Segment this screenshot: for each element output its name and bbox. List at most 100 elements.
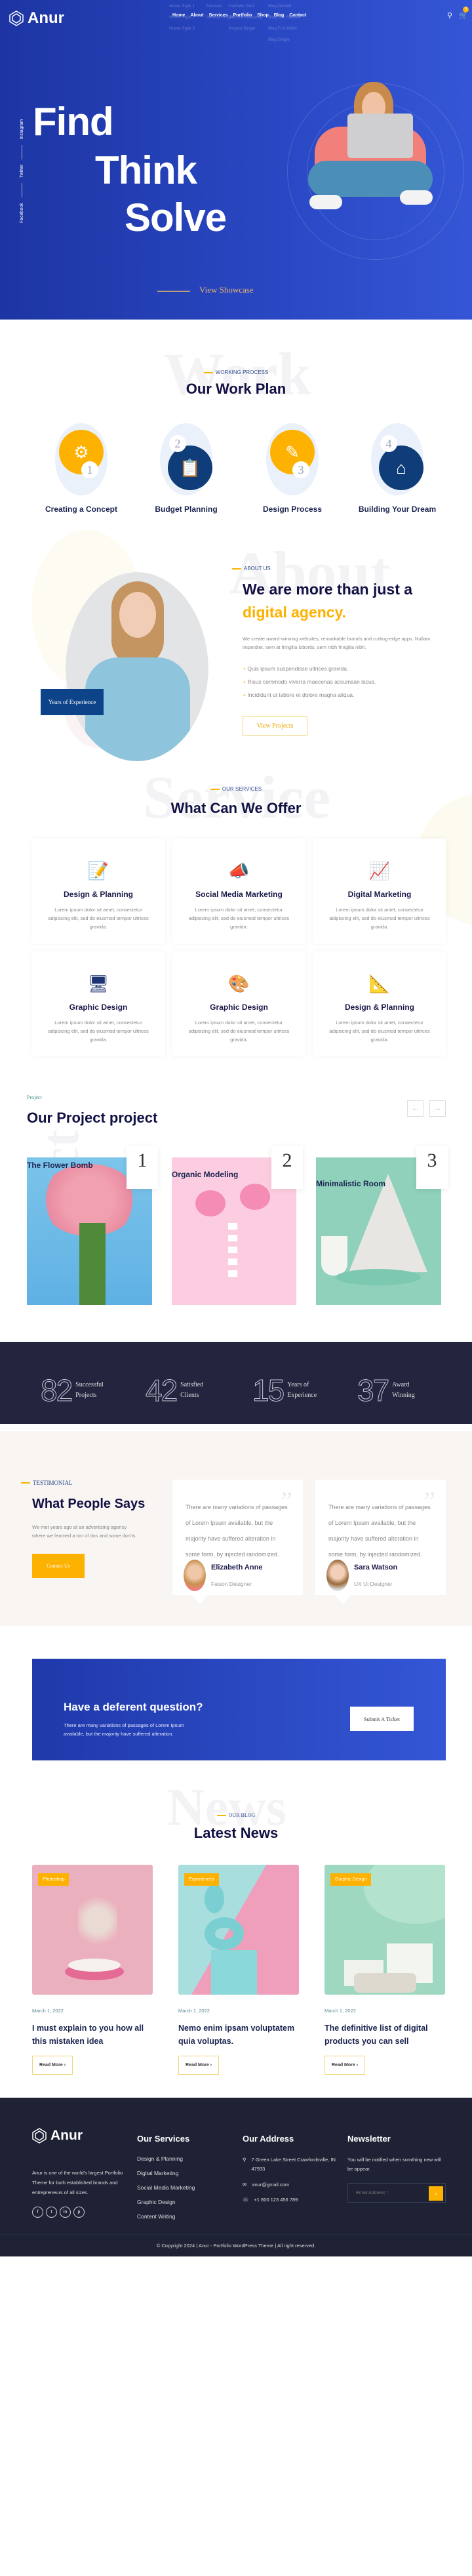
- newsletter-email-input[interactable]: [348, 2184, 420, 2202]
- submit-ticket-button[interactable]: Submit A Ticket: [350, 1707, 414, 1731]
- section-title: Latest News: [193, 1825, 279, 1841]
- search-icon[interactable]: ⚲: [447, 11, 452, 20]
- menu-item[interactable]: Blog Single: [268, 37, 301, 42]
- megaphone-icon: 📣: [228, 861, 250, 881]
- nav-portfolio[interactable]: Portfolio: [233, 13, 252, 18]
- work-plan-section: Work WORKING PROCESS Our Work Plan ⚙ 1 Cre…: [0, 320, 472, 516]
- home-dropdown: Home Style 1 Home Style 2 Home Style 3: [169, 4, 195, 37]
- nav-contact[interactable]: Contact: [289, 13, 306, 18]
- category-tag: Graphic Design: [330, 1873, 372, 1886]
- testimonial-section: TESTIMONIAL What People Says We met year…: [0, 1431, 472, 1626]
- budget-icon: 📋: [168, 446, 212, 490]
- news-header: News OUR BLOG Latest News: [0, 1779, 472, 1850]
- footer-link[interactable]: Social Media Marketing: [137, 2184, 195, 2191]
- footer-link[interactable]: Digital Marketing: [137, 2170, 195, 2176]
- menu-item[interactable]: Project Single: [229, 26, 262, 31]
- project-card[interactable]: Minimalistic Room: [316, 1179, 472, 1188]
- quote-icon: ”: [281, 1486, 292, 1516]
- news-image[interactable]: Experiences: [178, 1865, 299, 1995]
- pinterest-icon[interactable]: p: [73, 2207, 85, 2218]
- cart-count-badge: 0: [463, 7, 469, 12]
- service-card[interactable]: 🖥 Graphic Design Lorem ipsum dolor sit ame…: [31, 951, 165, 1056]
- quote-icon: ”: [423, 1486, 435, 1516]
- menu-item[interactable]: Home Style 3: [169, 26, 195, 31]
- section-title: Our Project project: [27, 1110, 158, 1126]
- logo-icon: [32, 2128, 47, 2144]
- subscribe-arrow-icon[interactable]: ›: [429, 2186, 443, 2201]
- news-card[interactable]: Graphic Design March 1, 2022 The definit…: [324, 1865, 445, 2075]
- hero-title-line3: Solve: [125, 196, 227, 239]
- about-bullets: + Quis ipsum suspendisse ultrices gravid…: [243, 665, 376, 698]
- stat-item: 42 Satisfied Clients: [145, 1373, 204, 1408]
- view-projects-button[interactable]: View Projects: [243, 716, 307, 736]
- copyright-text: © Copyright 2024 | Anur - Portfolio Word…: [0, 2234, 472, 2256]
- twitter-link[interactable]: Twitter: [20, 165, 24, 178]
- service-card[interactable]: 📣 Social Media Marketing Lorem ipsum dolor…: [172, 839, 305, 944]
- view-showcase-link[interactable]: View Showcase: [199, 285, 254, 295]
- menu-item[interactable]: Home Style 1: [169, 4, 195, 9]
- about-section: Years of Experience About ABOUT US We ar…: [0, 525, 472, 761]
- news-title: I must explain to you how all this mista…: [32, 2024, 144, 2046]
- read-more-button[interactable]: Read More ›: [178, 2056, 220, 2075]
- project-card[interactable]: Organic Modeling: [172, 1170, 472, 1179]
- brand-logo[interactable]: Anur: [9, 9, 64, 28]
- footer-logo[interactable]: Anur: [32, 2128, 83, 2144]
- project-card[interactable]: The Flower Bomb: [27, 1161, 472, 1170]
- social-links-vertical: Facebook Twitter Instagram: [20, 119, 24, 224]
- nav-shop[interactable]: Shop: [257, 13, 269, 18]
- nav-home[interactable]: Home: [172, 13, 185, 18]
- step-item: ⚙ 1 Creating a Concept: [29, 423, 134, 514]
- facebook-link[interactable]: Facebook: [20, 203, 24, 223]
- hero-title-line2: Think: [95, 148, 197, 192]
- facebook-icon[interactable]: f: [32, 2207, 43, 2218]
- linkedin-icon[interactable]: in: [60, 2207, 71, 2218]
- menu-item[interactable]: Portfolio Grid: [229, 4, 262, 9]
- mail-icon: ✉: [243, 2182, 247, 2188]
- portfolio-dropdown: Portfolio Grid Portfolio Masonry Project S…: [229, 4, 262, 37]
- stat-item: 37 Award Winning: [357, 1373, 415, 1408]
- news-title: Nemo enim ipsam voluptatem quia voluptas…: [178, 2024, 295, 2046]
- blueprint-pencil-icon: 📐: [368, 974, 391, 993]
- location-pin-icon: ⚲: [243, 2157, 246, 2163]
- contact-us-button[interactable]: Contact Us: [32, 1554, 85, 1578]
- category-tag: Experiences: [184, 1873, 219, 1886]
- service-card[interactable]: 🎨 Graphic Design Lorem ipsum dolor sit ame…: [172, 951, 305, 1056]
- step-item: ⌂ 4 Building Your Dream: [345, 423, 450, 514]
- nav-services[interactable]: Services: [209, 13, 228, 18]
- stat-item: 15 Years of Experience: [252, 1373, 317, 1408]
- about-title: We are more than just a: [243, 581, 413, 598]
- news-date: March 1, 2022: [178, 2008, 210, 2014]
- category-tag: Photoshop: [38, 1873, 69, 1886]
- section-eyebrow: WORKING PROCESS: [0, 369, 472, 375]
- instagram-link[interactable]: Instagram: [20, 119, 24, 140]
- experience-badge: Years of Experience: [41, 689, 104, 715]
- main-nav: Home About Services Portfolio Shop Blog …: [172, 13, 306, 18]
- news-title: The definitive list of digital products …: [324, 2024, 428, 2046]
- news-image[interactable]: Graphic Design: [324, 1865, 445, 1995]
- footer-link[interactable]: Design & Planning: [137, 2155, 195, 2162]
- read-more-button[interactable]: Read More ›: [32, 2056, 73, 2075]
- testimonial-author: Elizabeth Anne Faison Designer: [184, 1560, 262, 1591]
- section-eyebrow: OUR SERVICES: [0, 786, 472, 792]
- news-card[interactable]: Experiences March 1, 2022 Nemo enim ipsa…: [178, 1865, 299, 2075]
- cta-title: Have a deferent question?: [64, 1701, 203, 1713]
- twitter-icon[interactable]: t: [46, 2207, 57, 2218]
- service-card[interactable]: 📈 Digital Marketing Lorem ipsum dolor sit …: [313, 839, 446, 944]
- footer-link[interactable]: Graphic Design: [137, 2199, 195, 2205]
- footer-link[interactable]: Content Writing: [137, 2213, 195, 2220]
- read-more-button[interactable]: Read More ›: [324, 2056, 366, 2075]
- menu-item[interactable]: Blog Full Width: [268, 26, 301, 31]
- nav-about[interactable]: About: [190, 13, 203, 18]
- cta-banner: Have a deferent question? There are many…: [32, 1659, 446, 1760]
- nav-blog[interactable]: Blog: [274, 13, 285, 18]
- news-card[interactable]: Photoshop March 1, 2022 I must explain t…: [32, 1865, 153, 2075]
- menu-item[interactable]: Blog Default: [268, 4, 301, 9]
- avatar: [326, 1560, 349, 1591]
- footer-social: f t in p: [32, 2205, 87, 2218]
- news-image[interactable]: Photoshop: [32, 1865, 153, 1995]
- service-card[interactable]: 📝 Design & Planning Lorem ipsum dolor sit …: [31, 839, 165, 944]
- section-eyebrow: Project: [27, 1094, 42, 1100]
- stats-section: 82 Successful Projects 42 Satisfied Clients …: [0, 1342, 472, 1424]
- cart-icon[interactable]: 🛒: [459, 11, 468, 20]
- service-card[interactable]: 📐 Design & Planning Lorem ipsum dolor sit …: [313, 951, 446, 1056]
